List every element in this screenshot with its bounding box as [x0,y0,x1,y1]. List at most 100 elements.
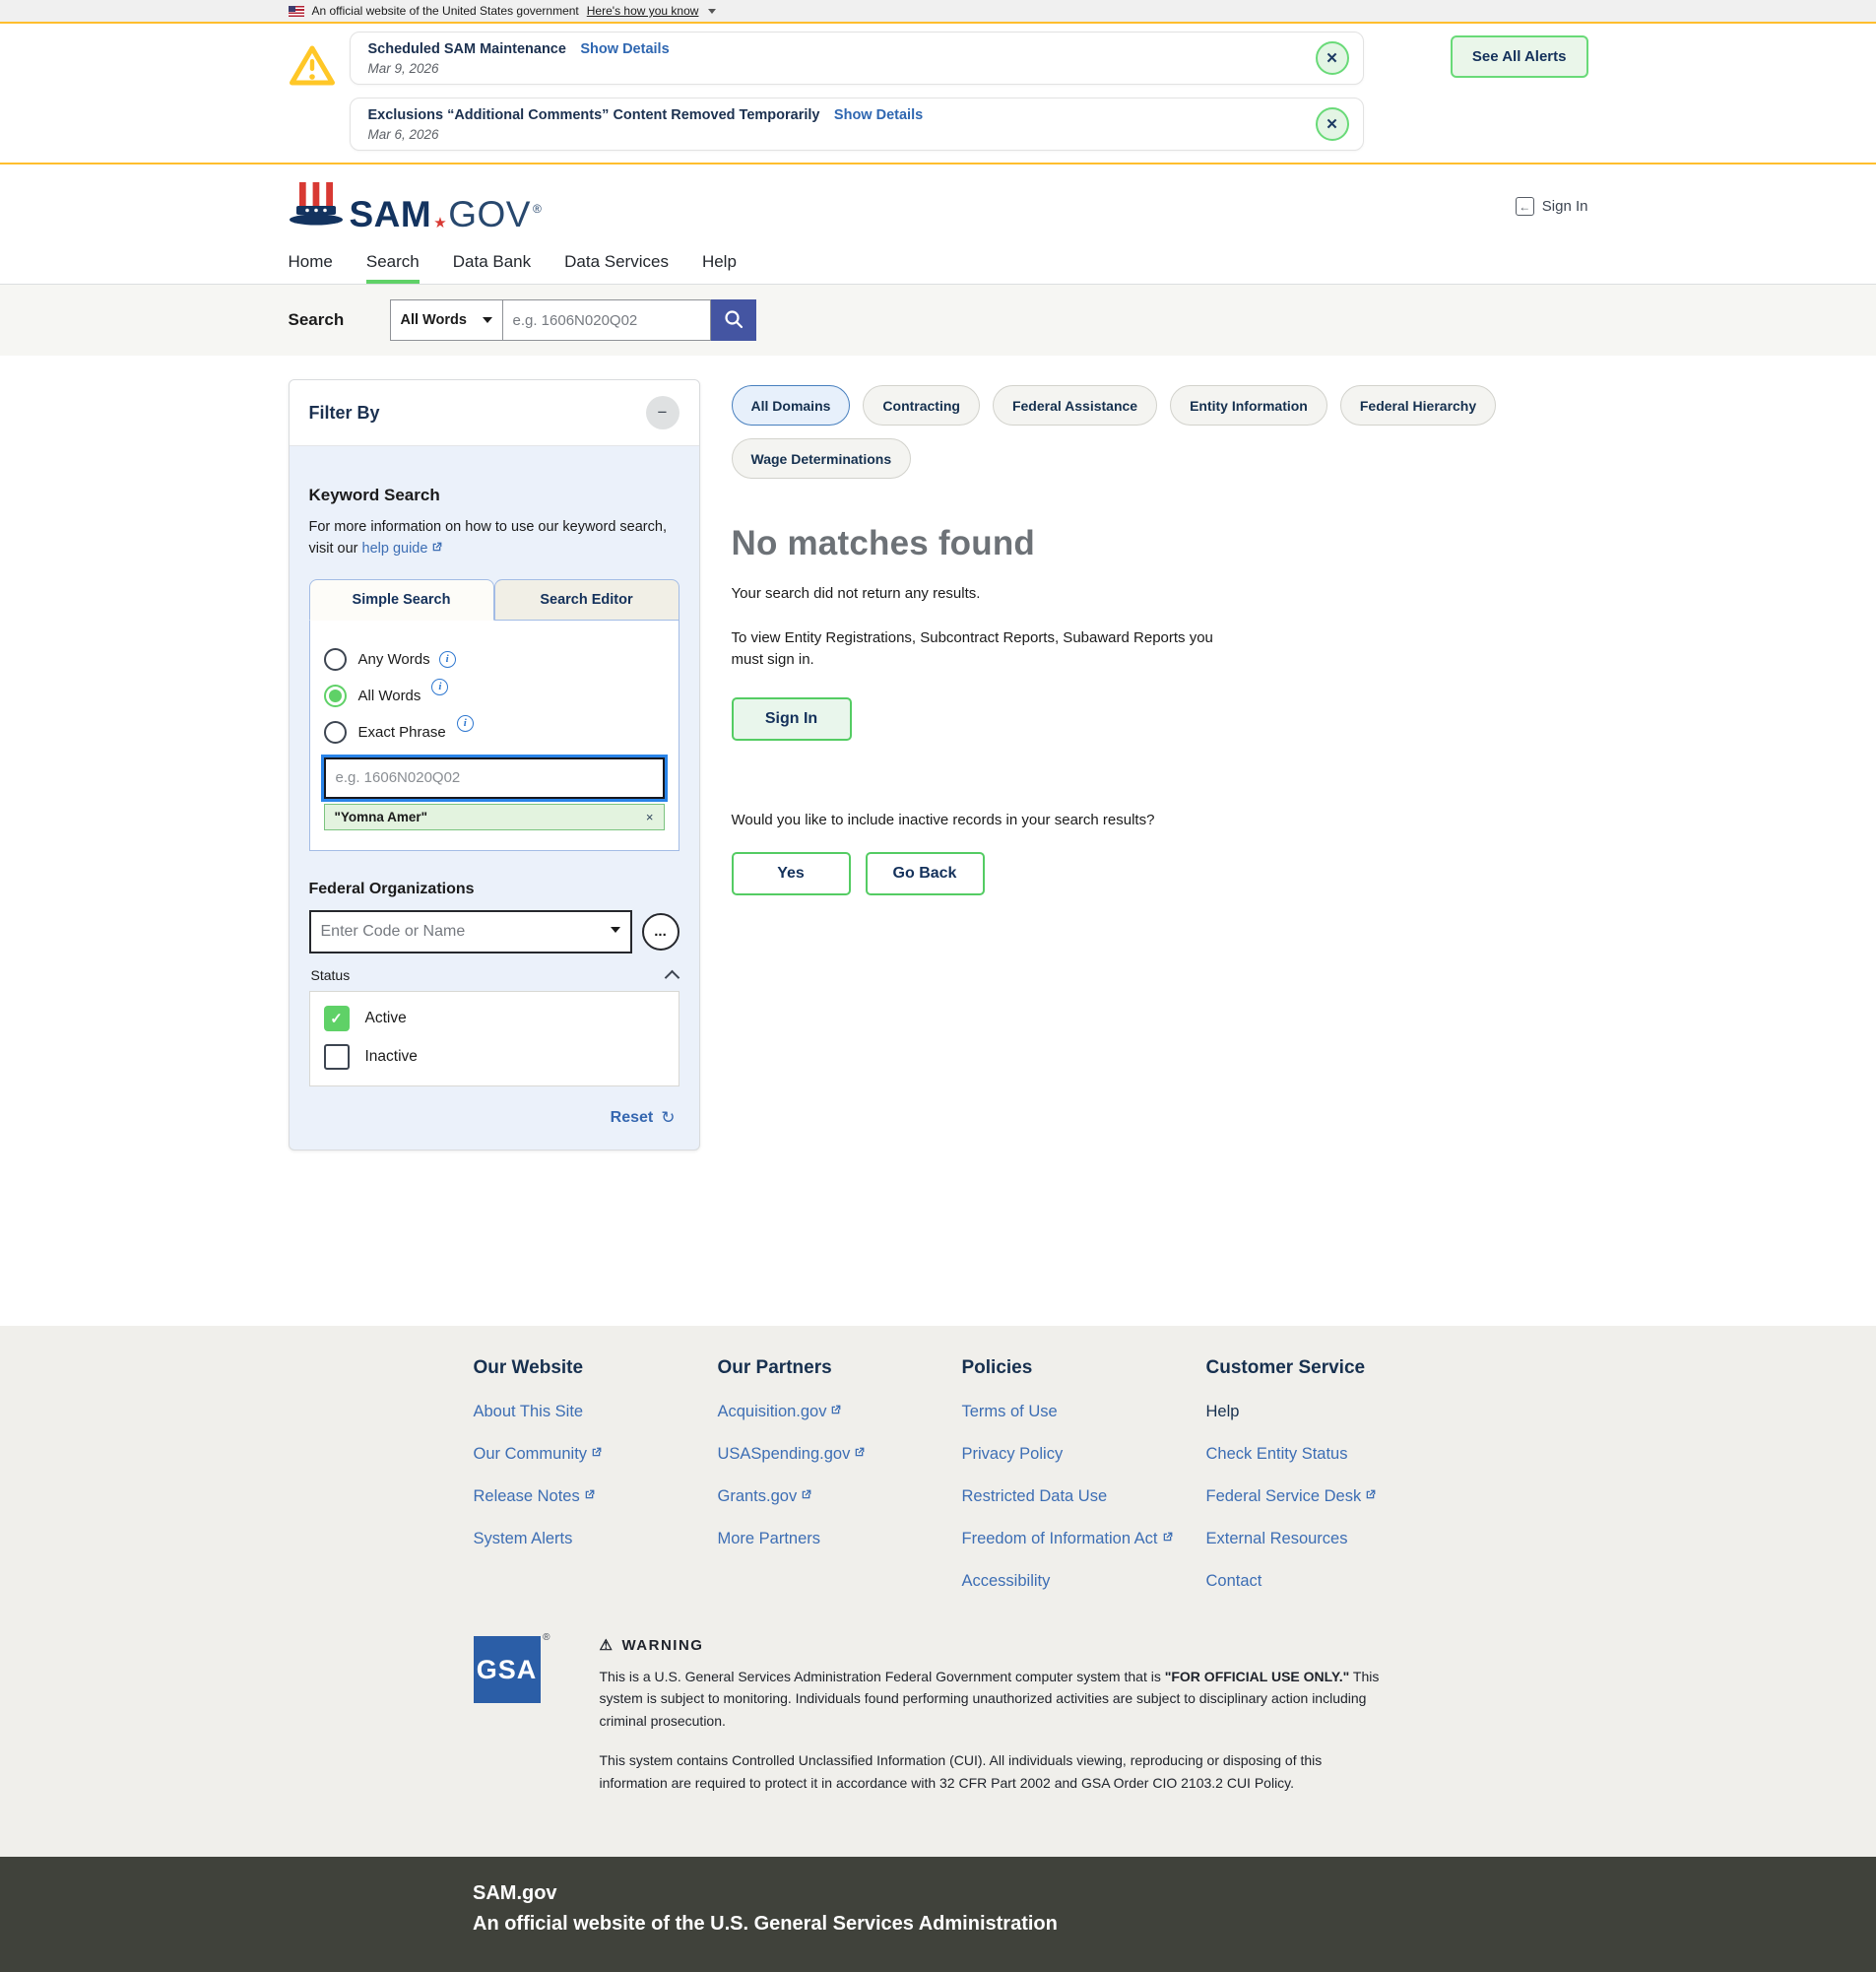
info-icon[interactable]: i [431,679,448,695]
page-footer: Our Website About This Site Our Communit… [0,1326,1876,1857]
footer-official-text: An official website of the U.S. General … [473,1913,1876,1936]
show-details-link[interactable]: Show Details [580,41,669,57]
domain-tab-wage-determinations[interactable]: Wage Determinations [732,438,912,479]
status-option-inactive[interactable]: Inactive [324,1044,665,1070]
footer-link-system-alerts[interactable]: System Alerts [474,1530,718,1548]
status-options: ✓ Active Inactive [309,991,679,1086]
warning-triangle-icon: ⚠ [600,1636,615,1654]
checkbox-unchecked-icon[interactable] [324,1044,350,1070]
footer-link-federal-service-desk[interactable]: Federal Service Desk [1206,1487,1451,1506]
sign-in-label: Sign In [1542,198,1588,215]
footer-link-our-community[interactable]: Our Community [474,1445,718,1464]
chevron-up-icon[interactable] [664,969,679,985]
footer-link-privacy-policy[interactable]: Privacy Policy [962,1445,1206,1464]
collapse-filters-button[interactable]: − [646,396,679,429]
external-link-icon [430,540,443,561]
federal-organizations-title: Federal Organizations [309,881,679,898]
site-header: SAM★GOV® ← Sign In [0,164,1876,240]
info-icon[interactable]: i [457,715,474,732]
footer-link-release-notes[interactable]: Release Notes [474,1487,718,1506]
footer-link-restricted-data-use[interactable]: Restricted Data Use [962,1487,1206,1506]
radio-exact-phrase[interactable] [324,721,347,744]
footer-link-terms-of-use[interactable]: Terms of Use [962,1403,1206,1421]
yes-button[interactable]: Yes [732,852,851,895]
domain-tab-entity-information[interactable]: Entity Information [1170,385,1327,426]
remove-tag-icon[interactable]: × [646,810,654,824]
domain-tab-all-domains[interactable]: All Domains [732,385,851,426]
uncle-sam-hat-icon [289,180,344,232]
star-icon: ★ [433,216,447,230]
filter-by-title: Filter By [309,403,380,424]
nav-item-search[interactable]: Search [366,252,420,284]
no-matches-title: No matches found [732,524,1588,563]
tab-search-editor[interactable]: Search Editor [494,579,679,621]
external-link-icon [1364,1487,1377,1506]
sign-in-button[interactable]: Sign In [732,697,852,741]
footer-link-help[interactable]: Help [1206,1403,1451,1421]
domain-tab-federal-assistance[interactable]: Federal Assistance [993,385,1157,426]
alert-close-button[interactable]: ✕ [1316,41,1349,75]
main-nav: Home Search Data Bank Data Services Help [0,240,1876,285]
radio-all-words-label: All Words [358,688,421,704]
nav-item-data-services[interactable]: Data Services [564,252,669,284]
alert-title: Exclusions “Additional Comments” Content… [368,107,820,123]
search-band: Search All Words [0,285,1876,356]
nav-item-home[interactable]: Home [289,252,333,284]
alert-card: Exclusions “Additional Comments” Content… [350,98,1364,151]
domain-tab-federal-hierarchy[interactable]: Federal Hierarchy [1340,385,1496,426]
show-details-link[interactable]: Show Details [834,107,923,123]
chevron-down-icon[interactable] [708,9,716,14]
footer-link-grants-gov[interactable]: Grants.gov [718,1487,962,1506]
go-back-button[interactable]: Go Back [866,852,985,895]
alert-close-button[interactable]: ✕ [1316,107,1349,141]
footer-link-external-resources[interactable]: External Resources [1206,1530,1451,1548]
federal-organizations-input[interactable] [309,910,632,953]
keyword-tag-label: "Yomna Amer" [335,810,428,824]
footer-link-contact[interactable]: Contact [1206,1572,1451,1591]
external-link-icon [853,1445,866,1464]
alerts-section: Scheduled SAM Maintenance Show Details M… [0,24,1876,164]
reset-link[interactable]: Reset [611,1109,654,1127]
checkbox-checked-icon[interactable]: ✓ [324,1006,350,1031]
sam-gov-logo[interactable]: SAM★GOV® [289,180,543,232]
tab-simple-search[interactable]: Simple Search [309,579,494,621]
footer-link-accessibility[interactable]: Accessibility [962,1572,1206,1591]
search-submit-button[interactable] [711,299,756,341]
registered-mark: ® [533,203,542,215]
footer-link-usaspending-gov[interactable]: USASpending.gov [718,1445,962,1464]
footer-link-foia[interactable]: Freedom of Information Act [962,1530,1206,1548]
footer-link-more-partners[interactable]: More Partners [718,1530,962,1548]
footer-col-title: Customer Service [1206,1357,1451,1379]
refresh-icon[interactable]: ↻ [661,1108,675,1128]
radio-exact-phrase-label: Exact Phrase [358,724,446,741]
info-icon[interactable]: i [439,651,456,668]
radio-any-words[interactable] [324,648,347,671]
sign-in-required-text: To view Entity Registrations, Subcontrac… [732,627,1219,672]
ellipsis-icon: ... [654,923,667,940]
more-options-button[interactable]: ... [642,913,679,951]
footer-link-acquisition-gov[interactable]: Acquisition.gov [718,1403,962,1421]
how-you-know-link[interactable]: Here's how you know [587,4,699,18]
footer-link-check-entity-status[interactable]: Check Entity Status [1206,1445,1451,1464]
external-link-icon [583,1487,596,1506]
status-option-active[interactable]: ✓ Active [324,1006,665,1031]
nav-item-help[interactable]: Help [702,252,737,284]
include-inactive-question: Would you like to include inactive recor… [732,812,1588,828]
external-link-icon [829,1403,842,1421]
domain-tab-contracting[interactable]: Contracting [863,385,980,426]
keyword-tag: "Yomna Amer" × [324,804,665,830]
radio-all-words[interactable] [324,685,347,707]
see-all-alerts-button[interactable]: See All Alerts [1451,35,1588,78]
keyword-search-input[interactable] [324,757,665,799]
global-search-input[interactable] [502,299,711,341]
warning-title: WARNING [621,1637,703,1654]
external-link-icon [800,1487,812,1506]
sign-in-link[interactable]: ← Sign In [1516,197,1588,216]
search-scope-select[interactable]: All Words [390,299,502,341]
help-guide-link[interactable]: help guide [362,541,444,557]
search-icon [723,308,744,333]
nav-item-data-bank[interactable]: Data Bank [453,252,531,284]
chevron-down-icon[interactable] [611,927,620,933]
footer-link-about-this-site[interactable]: About This Site [474,1403,718,1421]
gov-banner: An official website of the United States… [0,0,1876,24]
